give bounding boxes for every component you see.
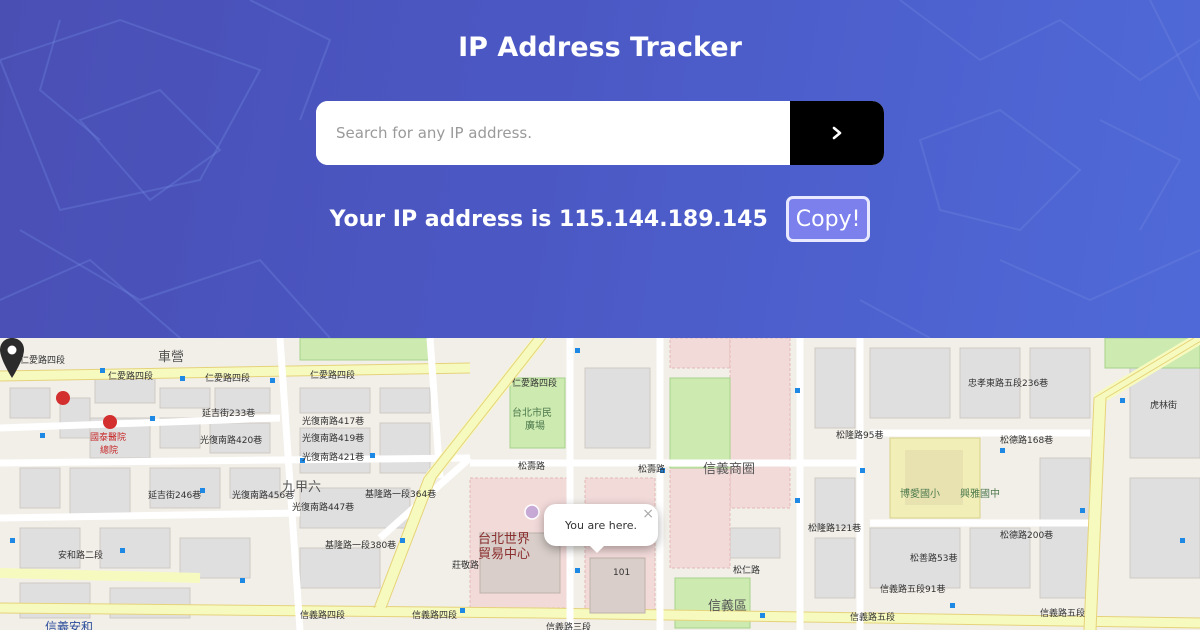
map-label: 博愛國小 xyxy=(900,489,940,500)
map-label: 松德路168巷 xyxy=(1000,436,1054,446)
popup-text: You are here. xyxy=(564,518,638,532)
map-label: 松壽路 xyxy=(518,462,546,472)
map-marker-icon[interactable] xyxy=(0,338,24,378)
map-label: 信義路三段 xyxy=(546,623,592,630)
search-submit-button[interactable] xyxy=(790,101,884,165)
map-label: 國泰醫院 xyxy=(90,433,127,443)
map-label: 光復南路421巷 xyxy=(302,453,365,463)
page-title: IP Address Tracker xyxy=(458,32,742,63)
popup-tip xyxy=(587,543,607,553)
map-label: 信義商圈 xyxy=(703,462,756,477)
map-label: 基隆路一段364巷 xyxy=(365,490,437,500)
chevron-right-icon xyxy=(832,126,842,140)
ip-search-input[interactable] xyxy=(316,101,790,165)
map-label: 光復南路420巷 xyxy=(200,436,263,446)
map-label: 莊敬路 xyxy=(452,561,480,571)
map-label: 信義路五段 xyxy=(850,613,896,623)
map-label: 信義安和 xyxy=(45,620,94,630)
map-label: 仁愛路四段 xyxy=(205,374,251,384)
map-label: 光復南路419巷 xyxy=(302,434,365,444)
map-view[interactable]: 車營 仁愛路四段 仁愛路四段 仁愛路四段 仁愛路四段 仁愛路四段 延吉街233巷… xyxy=(0,338,1200,630)
map-label: 貿易中心 xyxy=(478,547,531,562)
ip-search-form xyxy=(316,101,884,165)
map-label: 101 xyxy=(613,568,631,578)
map-label: 信義路四段 xyxy=(300,611,346,621)
map-label: 光復南路417巷 xyxy=(302,417,365,427)
map-label: 仁愛路四段 xyxy=(20,356,66,366)
map-label: 基隆路一段380巷 xyxy=(325,541,397,551)
map-label: 忠孝東路五段236巷 xyxy=(968,379,1049,389)
map-label: 廣場 xyxy=(525,421,545,432)
map-label: 九甲六 xyxy=(282,480,322,495)
map-label: 延吉街246巷 xyxy=(148,491,202,501)
copy-ip-button[interactable]: Copy! xyxy=(785,196,871,242)
map-label: 松德路200巷 xyxy=(1000,531,1054,541)
map-label: 光復南路447巷 xyxy=(292,503,355,513)
map-label: 信義路五段91巷 xyxy=(880,585,946,595)
map-label: 總院 xyxy=(100,446,119,456)
map-label: 興雅國中 xyxy=(960,489,1000,500)
map-label: 延吉街233巷 xyxy=(202,409,256,419)
map-label: 松隆路121巷 xyxy=(808,524,862,534)
map-label: 松仁路 xyxy=(733,566,761,576)
map-label: 仁愛路四段 xyxy=(310,371,356,381)
map-label: 仁愛路四段 xyxy=(512,379,558,389)
map-label: 信義路四段 xyxy=(412,611,458,621)
current-ip-text: Your IP address is 115.144.189.145 xyxy=(329,206,768,232)
map-label: 信義路五段 xyxy=(1040,609,1086,619)
header-banner: IP Address Tracker Your IP address is 11… xyxy=(0,0,1200,338)
map-label: 松隆路95巷 xyxy=(836,431,884,441)
map-label: 虎林街 xyxy=(1150,401,1178,411)
map-label: 安和路二段 xyxy=(58,551,104,561)
location-popup: You are here. × xyxy=(544,504,658,546)
map-label: 信義區 xyxy=(708,599,748,614)
map-label: 車營 xyxy=(158,350,185,365)
map-label: 松善路53巷 xyxy=(910,554,958,564)
map-label: 松壽路 xyxy=(638,465,666,475)
ip-info-row: Your IP address is 115.144.189.145 Copy! xyxy=(0,196,1200,242)
map-label: 仁愛路四段 xyxy=(108,372,154,382)
popup-close-button[interactable]: × xyxy=(642,506,654,522)
